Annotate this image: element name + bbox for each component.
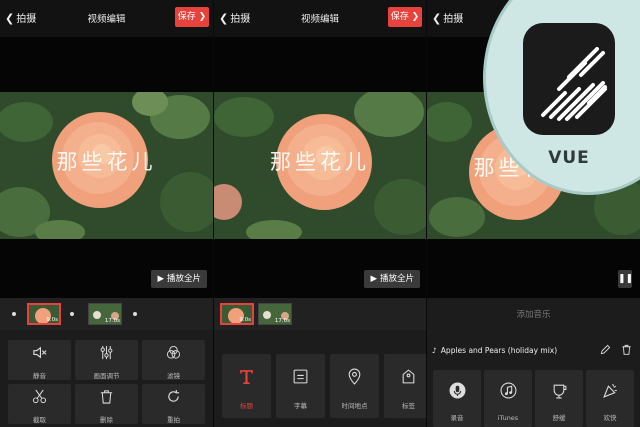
save-button[interactable]: 保存 ❯ [175, 7, 209, 27]
insert-point[interactable] [70, 312, 74, 316]
tag-icon [402, 369, 415, 384]
add-music-label[interactable]: 添加音乐 [427, 308, 640, 320]
party-icon [602, 383, 617, 398]
tool-label: 舒缓 [552, 414, 566, 422]
play-all-button[interactable]: ▶ 播放全片 [364, 270, 420, 288]
video-letterbox-top [214, 37, 426, 92]
tool-label: 重拍 [167, 416, 180, 424]
tool-label: 画面调节 [93, 372, 120, 380]
subtitle-icon [293, 369, 308, 384]
trim-button[interactable]: 截取 [8, 384, 71, 424]
play-icon: ▶ [370, 274, 377, 284]
video-preview[interactable]: 那些花儿 [214, 92, 426, 239]
save-label: 保存 [390, 12, 409, 22]
filter-icon [166, 345, 181, 359]
back-button[interactable]: ❮ 拍摄 [432, 10, 463, 25]
tool-label: 滤镜 [167, 372, 180, 380]
music-note-icon: ♪ [432, 346, 437, 355]
song-actions [600, 344, 632, 355]
insert-point[interactable] [12, 312, 16, 316]
edit-panel-basic: ❮ 拍摄 视频编辑 保存 ❯ 那些花儿 ▶ 播放全片 9.0s 17.0s 静音… [0, 0, 213, 427]
time-location-tool-button[interactable]: 时间地点 [330, 354, 379, 418]
insert-point[interactable] [133, 312, 137, 316]
vue-stripes-logo [541, 47, 607, 121]
filter-button[interactable]: 滤镜 [142, 340, 205, 380]
mute-icon [33, 346, 47, 359]
save-label: 保存 [177, 12, 196, 22]
pause-button[interactable]: ❚❚ [618, 270, 634, 288]
app-name: VUE [548, 148, 590, 168]
top-bar: ❮ 拍摄 视频编辑 保存 ❯ [214, 0, 426, 37]
scissors-icon [32, 389, 47, 404]
video-letterbox-bottom [214, 239, 426, 298]
picture-adjust-button[interactable]: 画面调节 [75, 340, 138, 380]
play-icon: ▶ [157, 274, 164, 284]
title-tool-button[interactable]: 标题 [222, 354, 271, 418]
tool-label: 截取 [33, 416, 46, 424]
tool-label: iTunes [497, 414, 519, 422]
clip-timeline: 9.0s 17.0s [214, 298, 426, 330]
video-preview[interactable]: 那些花儿 [0, 92, 213, 239]
play-label: 播放全片 [379, 274, 414, 284]
clip-duration: 9.0s [46, 317, 58, 323]
save-button[interactable]: 保存 ❯ [388, 7, 422, 27]
tool-label: 标题 [240, 402, 253, 410]
song-title: Apples and Pears (holiday mix) [440, 346, 558, 355]
soothing-music-button[interactable]: 舒缓 [535, 370, 583, 427]
app-screenshot: ❮ 拍摄 视频编辑 保存 ❯ 那些花儿 ▶ 播放全片 9.0s 17.0s 静音… [0, 0, 640, 427]
overlay-title: 那些花儿 [56, 150, 157, 174]
cup-icon [553, 384, 566, 399]
tool-label: 录音 [450, 414, 464, 422]
edit-panel-text: ❮ 拍摄 视频编辑 保存 ❯ 那些花儿 ▶ 播放全片 9.0s 17.0s 标题… [214, 0, 426, 427]
delete-button[interactable]: 删除 [75, 384, 138, 424]
tool-grid: 静音 画面调节 滤镜 截取 删除 重拍 [0, 336, 213, 427]
music-note-icon [500, 382, 516, 399]
microphone-icon [449, 382, 465, 399]
overlay-title: 那些花儿 [270, 150, 370, 174]
clip-duration: 17.0s [104, 318, 120, 324]
clip-thumbnail-selected[interactable]: 9.0s [220, 303, 254, 325]
adjust-icon [100, 345, 113, 360]
trash-icon [100, 390, 113, 404]
chevron-left-icon: ❮ [432, 12, 442, 25]
title-t-icon [240, 370, 253, 384]
video-letterbox-bottom [0, 239, 213, 298]
top-bar: ❮ 拍摄 视频编辑 保存 ❯ [0, 0, 213, 37]
pause-icon: ❚❚ [618, 274, 634, 284]
subtitle-tool-button[interactable]: 字幕 [276, 354, 325, 418]
selected-song[interactable]: ♪ Apples and Pears (holiday mix) [432, 346, 557, 355]
clip-duration: 9.0s [239, 317, 251, 323]
clip-thumbnail-selected[interactable]: 9.0s [27, 303, 61, 325]
play-label: 播放全片 [166, 274, 201, 284]
video-letterbox-top [0, 37, 213, 92]
itunes-button[interactable]: iTunes [484, 370, 532, 427]
video-letterbox-bottom [427, 239, 640, 298]
tool-label: 时间地点 [341, 402, 368, 410]
vue-app-icon [523, 23, 615, 135]
clip-duration: 17.0s [274, 318, 290, 324]
edit-pencil-icon[interactable] [600, 344, 611, 355]
back-label: 拍摄 [443, 14, 464, 25]
tag-tool-button[interactable]: 标签 [384, 354, 426, 418]
tool-label: 欢快 [603, 414, 617, 422]
play-all-button[interactable]: ▶ 播放全片 [151, 270, 207, 288]
tool-label: 删除 [100, 416, 113, 424]
tool-label: 标签 [402, 402, 415, 410]
clip-timeline: 9.0s 17.0s [0, 298, 213, 330]
clip-thumbnail[interactable]: 17.0s [258, 303, 292, 325]
cheerful-music-button[interactable]: 欢快 [586, 370, 634, 427]
reshoot-icon [168, 389, 180, 402]
clip-thumbnail[interactable]: 17.0s [88, 303, 122, 325]
trash-icon[interactable] [621, 344, 632, 355]
mute-button[interactable]: 静音 [8, 340, 71, 380]
record-audio-button[interactable]: 录音 [433, 370, 481, 427]
tool-label: 静音 [33, 372, 46, 380]
location-pin-icon [348, 368, 361, 385]
tool-label: 字幕 [294, 402, 307, 410]
reshoot-button[interactable]: 重拍 [142, 384, 205, 424]
